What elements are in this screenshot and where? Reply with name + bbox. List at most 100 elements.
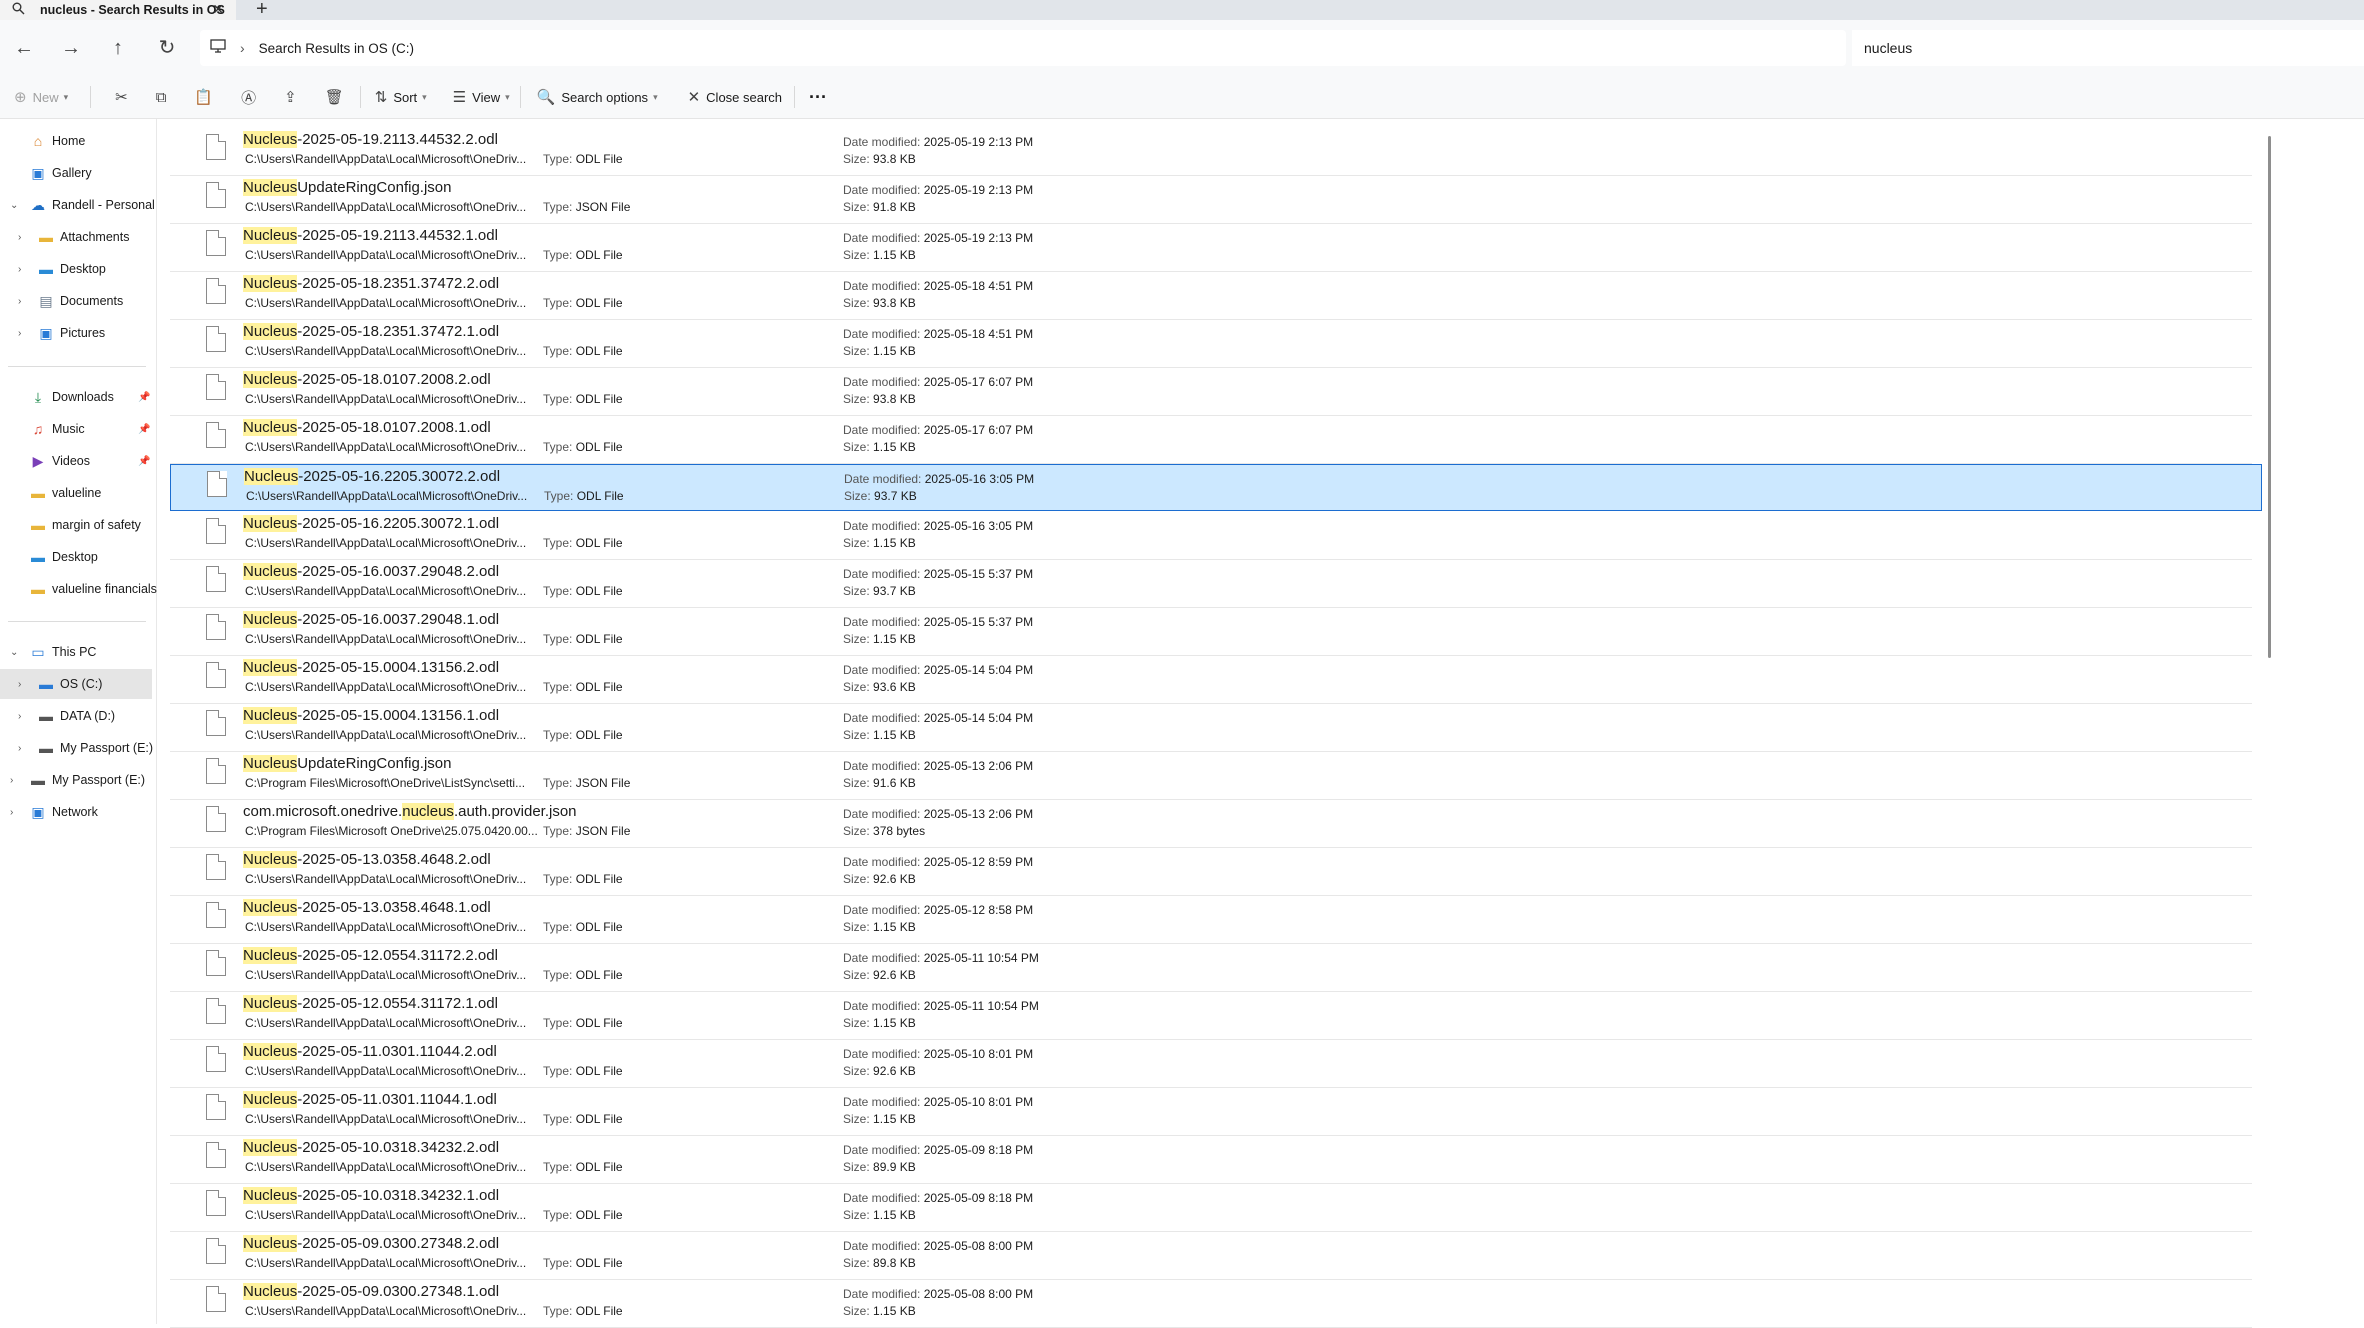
close-tab-icon[interactable]: ✕ bbox=[212, 1, 224, 18]
file-name[interactable]: Nucleus-2025-05-13.0358.4648.1.odl bbox=[243, 899, 491, 916]
file-name[interactable]: Nucleus-2025-05-11.0301.11044.2.odl bbox=[243, 1043, 497, 1060]
file-row[interactable]: Nucleus-2025-05-11.0301.11044.1.odl C:\Us… bbox=[170, 1088, 2252, 1136]
view-button[interactable]: ☰ View ▾ bbox=[453, 82, 510, 112]
file-row[interactable]: Nucleus-2025-05-13.0358.4648.1.odl C:\Use… bbox=[170, 896, 2252, 944]
file-name[interactable]: Nucleus-2025-05-16.0037.29048.2.odl bbox=[243, 563, 499, 580]
forward-arrow-icon[interactable]: → bbox=[57, 36, 85, 60]
vertical-scrollbar[interactable] bbox=[2268, 136, 2271, 658]
file-row[interactable]: Nucleus-2025-05-11.0301.11044.2.odl C:\Us… bbox=[170, 1040, 2252, 1088]
file-name[interactable]: Nucleus-2025-05-15.0004.13156.2.odl bbox=[243, 659, 499, 676]
sidebar-item-network[interactable]: › ▣ Network bbox=[0, 797, 152, 827]
sidebar-item-this-pc[interactable]: ⌄ ▭ This PC bbox=[0, 637, 152, 667]
paste-button[interactable]: 📋 bbox=[194, 82, 219, 112]
file-name[interactable]: Nucleus-2025-05-11.0301.11044.1.odl bbox=[243, 1091, 497, 1108]
file-row[interactable]: Nucleus-2025-05-18.2351.37472.1.odl C:\Us… bbox=[170, 320, 2252, 368]
sidebar-item-desktop-quick[interactable]: ▬ Desktop bbox=[0, 542, 152, 572]
file-name[interactable]: NucleusUpdateRingConfig.json bbox=[243, 179, 451, 196]
sidebar-item-music[interactable]: ♫ Music 📌 bbox=[0, 414, 152, 444]
file-row[interactable]: Nucleus-2025-05-10.0318.34232.2.odl C:\Us… bbox=[170, 1136, 2252, 1184]
sidebar-item-valueline[interactable]: ▬ valueline bbox=[0, 478, 152, 508]
file-row[interactable]: Nucleus-2025-05-18.0107.2008.2.odl C:\Use… bbox=[170, 368, 2252, 416]
tab-search-results[interactable]: nucleus - Search Results in OS ✕ bbox=[0, 0, 236, 20]
file-row[interactable]: NucleusUpdateRingConfig.json C:\Program F… bbox=[170, 752, 2252, 800]
file-name[interactable]: Nucleus-2025-05-16.0037.29048.1.odl bbox=[243, 611, 499, 628]
chevron-right-icon[interactable]: › bbox=[18, 296, 28, 307]
file-name[interactable]: Nucleus-2025-05-15.0004.13156.1.odl bbox=[243, 707, 499, 724]
file-row[interactable]: Nucleus-2025-05-12.0554.31172.2.odl C:\Us… bbox=[170, 944, 2252, 992]
chevron-right-icon[interactable]: › bbox=[10, 775, 20, 786]
address-bar[interactable]: › Search Results in OS (C:) bbox=[200, 30, 1846, 66]
chevron-right-icon[interactable]: › bbox=[10, 807, 20, 818]
rename-button[interactable]: Ⓐ bbox=[241, 82, 262, 112]
file-row[interactable]: Nucleus-2025-05-15.0004.13156.2.odl C:\Us… bbox=[170, 656, 2252, 704]
copy-button[interactable]: ⧉ bbox=[156, 82, 173, 112]
file-name[interactable]: Nucleus-2025-05-16.2205.30072.2.odl bbox=[244, 468, 500, 485]
delete-button[interactable]: 🗑 bbox=[325, 82, 350, 112]
file-row[interactable]: Nucleus-2025-05-09.0300.27348.1.odl C:\Us… bbox=[170, 1280, 2252, 1328]
close-search-button[interactable]: ✕ Close search bbox=[688, 82, 782, 112]
more-options-button[interactable]: ··· bbox=[809, 82, 827, 112]
file-row[interactable]: Nucleus-2025-05-16.2205.30072.2.odl C:\Us… bbox=[170, 464, 2262, 511]
up-arrow-icon[interactable]: ↑ bbox=[104, 36, 132, 60]
search-input[interactable]: nucleus bbox=[1852, 30, 2364, 66]
chevron-down-icon[interactable]: ⌄ bbox=[10, 200, 20, 211]
sidebar-item-valueline-financials[interactable]: ▬ valueline financials bbox=[0, 574, 157, 604]
chevron-right-icon[interactable]: › bbox=[18, 743, 28, 754]
sidebar-item-attachments[interactable]: › ▬ Attachments bbox=[0, 222, 152, 252]
file-name[interactable]: Nucleus-2025-05-10.0318.34232.1.odl bbox=[243, 1187, 499, 1204]
chevron-right-icon[interactable]: › bbox=[18, 328, 28, 339]
sidebar-item-my-passport-e-sub[interactable]: › ▬ My Passport (E:) bbox=[0, 733, 153, 763]
chevron-right-icon[interactable]: › bbox=[240, 40, 245, 56]
back-arrow-icon[interactable]: ← bbox=[10, 36, 38, 60]
file-row[interactable]: com.microsoft.onedrive.nucleus.auth.prov… bbox=[170, 800, 2252, 848]
file-row[interactable]: NucleusUpdateRingConfig.json C:\Users\Ran… bbox=[170, 176, 2252, 224]
file-row[interactable]: Nucleus-2025-05-19.2113.44532.1.odl C:\Us… bbox=[170, 224, 2252, 272]
file-row[interactable]: Nucleus-2025-05-16.0037.29048.2.odl C:\Us… bbox=[170, 560, 2252, 608]
sidebar-item-os-c[interactable]: › ▬ OS (C:) bbox=[0, 669, 152, 699]
file-row[interactable]: Nucleus-2025-05-10.0318.34232.1.odl C:\Us… bbox=[170, 1184, 2252, 1232]
file-name[interactable]: Nucleus-2025-05-13.0358.4648.2.odl bbox=[243, 851, 491, 868]
sidebar-item-home[interactable]: ⌂ Home bbox=[0, 126, 152, 156]
chevron-right-icon[interactable]: › bbox=[18, 679, 28, 690]
file-name[interactable]: NucleusUpdateRingConfig.json bbox=[243, 755, 451, 772]
sidebar-item-margin-of-safety[interactable]: ▬ margin of safety bbox=[0, 510, 152, 540]
file-row[interactable]: Nucleus-2025-05-19.2113.44532.2.odl C:\Us… bbox=[170, 128, 2252, 176]
file-row[interactable]: Nucleus-2025-05-18.0107.2008.1.odl C:\Use… bbox=[170, 416, 2252, 464]
share-button[interactable]: ⇪ bbox=[284, 82, 303, 112]
sidebar-item-pictures[interactable]: › ▣ Pictures bbox=[0, 318, 152, 348]
file-name[interactable]: com.microsoft.onedrive.nucleus.auth.prov… bbox=[243, 803, 577, 820]
search-options-button[interactable]: 🔍 Search options ▾ bbox=[537, 82, 658, 112]
chevron-down-icon[interactable]: ⌄ bbox=[10, 647, 20, 658]
search-input-value[interactable]: nucleus bbox=[1864, 40, 1912, 56]
file-row[interactable]: Nucleus-2025-05-15.0004.13156.1.odl C:\Us… bbox=[170, 704, 2252, 752]
sidebar-item-videos[interactable]: ▶ Videos 📌 bbox=[0, 446, 152, 476]
file-name[interactable]: Nucleus-2025-05-12.0554.31172.2.odl bbox=[243, 947, 498, 964]
sidebar-item-onedrive[interactable]: ⌄ ☁ Randell - Personal bbox=[0, 190, 155, 220]
file-row[interactable]: Nucleus-2025-05-16.2205.30072.1.odl C:\Us… bbox=[170, 512, 2252, 560]
sidebar-item-data-d[interactable]: › ▬ DATA (D:) bbox=[0, 701, 152, 731]
chevron-right-icon[interactable]: › bbox=[18, 232, 28, 243]
file-row[interactable]: Nucleus-2025-05-13.0358.4648.2.odl C:\Use… bbox=[170, 848, 2252, 896]
sidebar-item-gallery[interactable]: ▣ Gallery bbox=[0, 158, 152, 188]
file-name[interactable]: Nucleus-2025-05-12.0554.31172.1.odl bbox=[243, 995, 498, 1012]
file-name[interactable]: Nucleus-2025-05-18.2351.37472.1.odl bbox=[243, 323, 499, 340]
file-name[interactable]: Nucleus-2025-05-18.0107.2008.2.odl bbox=[243, 371, 491, 388]
sidebar-item-desktop[interactable]: › ▬ Desktop bbox=[0, 254, 152, 284]
chevron-right-icon[interactable]: › bbox=[18, 264, 28, 275]
cut-button[interactable]: ✂ bbox=[115, 82, 134, 112]
file-row[interactable]: Nucleus-2025-05-12.0554.31172.1.odl C:\Us… bbox=[170, 992, 2252, 1040]
file-name[interactable]: Nucleus-2025-05-19.2113.44532.2.odl bbox=[243, 131, 498, 148]
file-row[interactable]: Nucleus-2025-05-18.2351.37472.2.odl C:\Us… bbox=[170, 272, 2252, 320]
refresh-icon[interactable]: ↻ bbox=[153, 36, 181, 60]
file-name[interactable]: Nucleus-2025-05-09.0300.27348.2.odl bbox=[243, 1235, 499, 1252]
new-tab-button[interactable]: + bbox=[256, 0, 268, 21]
file-name[interactable]: Nucleus-2025-05-16.2205.30072.1.odl bbox=[243, 515, 499, 532]
file-name[interactable]: Nucleus-2025-05-19.2113.44532.1.odl bbox=[243, 227, 498, 244]
file-row[interactable]: Nucleus-2025-05-16.0037.29048.1.odl C:\Us… bbox=[170, 608, 2252, 656]
file-name[interactable]: Nucleus-2025-05-18.2351.37472.2.odl bbox=[243, 275, 499, 292]
file-name[interactable]: Nucleus-2025-05-18.0107.2008.1.odl bbox=[243, 419, 491, 436]
sidebar-item-documents[interactable]: › ▤ Documents bbox=[0, 286, 152, 316]
chevron-right-icon[interactable]: › bbox=[18, 711, 28, 722]
file-name[interactable]: Nucleus-2025-05-10.0318.34232.2.odl bbox=[243, 1139, 499, 1156]
new-button[interactable]: ⊕ New ▾ bbox=[14, 82, 68, 112]
